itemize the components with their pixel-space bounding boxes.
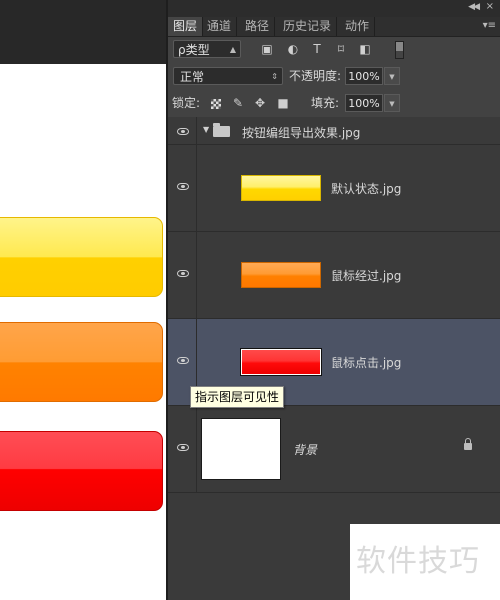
layer-thumbnail (241, 175, 321, 201)
layers-list: ▼ 按钮编组导出效果.jpg 默认状态.jpg 鼠标经过.jpg 鼠标点击.jp… (168, 117, 500, 497)
opacity-input[interactable]: 100% (345, 67, 383, 85)
layer-thumbnail (240, 348, 322, 376)
fill-label: 填充: (311, 96, 340, 110)
watermark-text: 软件技巧 (356, 544, 480, 579)
layer-group-row[interactable]: ▼ 按钮编组导出效果.jpg (168, 117, 500, 145)
collapse-panel-icon[interactable]: ◀◀ (468, 2, 480, 12)
tab-paths[interactable]: 路径 (240, 17, 276, 36)
lock-transparent-pixels-icon[interactable] (211, 99, 221, 109)
shape-filter-icon[interactable]: ⌑ (334, 41, 348, 57)
lock-icon (464, 438, 472, 450)
canvas-dark-area (0, 0, 168, 64)
tooltip: 指示图层可见性 (190, 386, 285, 408)
image-filter-icon[interactable]: ▣ (260, 41, 274, 57)
layer-row[interactable]: 鼠标经过.jpg (168, 232, 500, 319)
click-state-button-preview (0, 431, 163, 511)
hover-state-button-preview (0, 322, 163, 402)
visibility-column[interactable] (168, 117, 197, 144)
lock-position-icon[interactable]: ✥ (253, 95, 267, 111)
eye-icon[interactable] (177, 270, 189, 277)
group-name: 按钮编组导出效果.jpg (242, 126, 361, 140)
background-layer-row[interactable]: 背景 (168, 406, 500, 493)
tab-history[interactable]: 历史记录 (278, 17, 338, 36)
panel-menu-icon[interactable]: ▾≡ (483, 20, 496, 31)
visibility-column[interactable] (168, 406, 197, 492)
layers-panel: ◀◀ × 图层 通道 路径 历史记录 动作 ▾≡ ρ类型 ▲ ▣ ◐ T ⌑ ◧… (168, 0, 500, 600)
eye-icon[interactable] (177, 128, 189, 135)
opacity-dropdown-button[interactable]: ▼ (384, 67, 400, 85)
lock-row: 锁定: ✎ ✥ ■ 填充: 100% ▼ (168, 90, 500, 118)
layer-name: 背景 (293, 443, 318, 457)
fill-dropdown-button[interactable]: ▼ (384, 94, 400, 112)
blend-mode-value: 正常 (180, 70, 205, 84)
lock-image-pixels-icon[interactable]: ✎ (231, 95, 245, 111)
layer-name: 默认状态.jpg (331, 182, 402, 196)
updown-caret-icon: ⇕ (271, 72, 278, 81)
visibility-column[interactable] (168, 145, 197, 231)
lock-all-icon[interactable]: ■ (276, 95, 290, 111)
tab-layers[interactable]: 图层 (168, 17, 204, 36)
document-canvas[interactable] (0, 64, 166, 600)
layer-thumbnail (201, 418, 281, 480)
expand-arrow-icon[interactable]: ▼ (203, 125, 209, 134)
tab-actions[interactable]: 动作 (340, 17, 376, 36)
panel-title-bar: ◀◀ × (168, 0, 500, 17)
lock-label: 锁定: (172, 96, 201, 110)
opacity-label: 不透明度: (289, 69, 342, 83)
default-state-button-preview (0, 217, 163, 297)
adjustment-filter-icon[interactable]: ◐ (286, 41, 300, 57)
layer-filter-row: ρ类型 ▲ ▣ ◐ T ⌑ ◧ (168, 37, 500, 64)
eye-icon[interactable] (177, 357, 189, 364)
layer-row[interactable]: 默认状态.jpg (168, 145, 500, 232)
smart-object-filter-icon[interactable]: ◧ (358, 41, 372, 57)
filter-toggle-switch[interactable] (395, 41, 404, 59)
close-panel-icon[interactable]: × (486, 1, 494, 12)
folder-icon (213, 123, 230, 137)
updown-caret-icon: ▲ (229, 45, 236, 54)
tab-channels[interactable]: 通道 (202, 17, 238, 36)
visibility-column[interactable] (168, 232, 197, 318)
layer-thumbnail (241, 262, 321, 288)
blend-mode-dropdown[interactable]: 正常 ⇕ (173, 67, 283, 85)
eye-icon[interactable] (177, 444, 189, 451)
fill-input[interactable]: 100% (345, 94, 383, 112)
filter-kind-label: ρ类型 (178, 43, 210, 57)
filter-kind-dropdown[interactable]: ρ类型 ▲ (173, 40, 241, 58)
type-filter-icon[interactable]: T (310, 41, 324, 57)
layer-name: 鼠标经过.jpg (331, 269, 402, 283)
blend-mode-row: 正常 ⇕ 不透明度: 100% ▼ (168, 63, 500, 91)
layer-name: 鼠标点击.jpg (331, 356, 402, 370)
eye-icon[interactable] (177, 183, 189, 190)
watermark: 软件技巧 (350, 524, 500, 600)
panel-tab-bar: 图层 通道 路径 历史记录 动作 ▾≡ (168, 17, 500, 37)
